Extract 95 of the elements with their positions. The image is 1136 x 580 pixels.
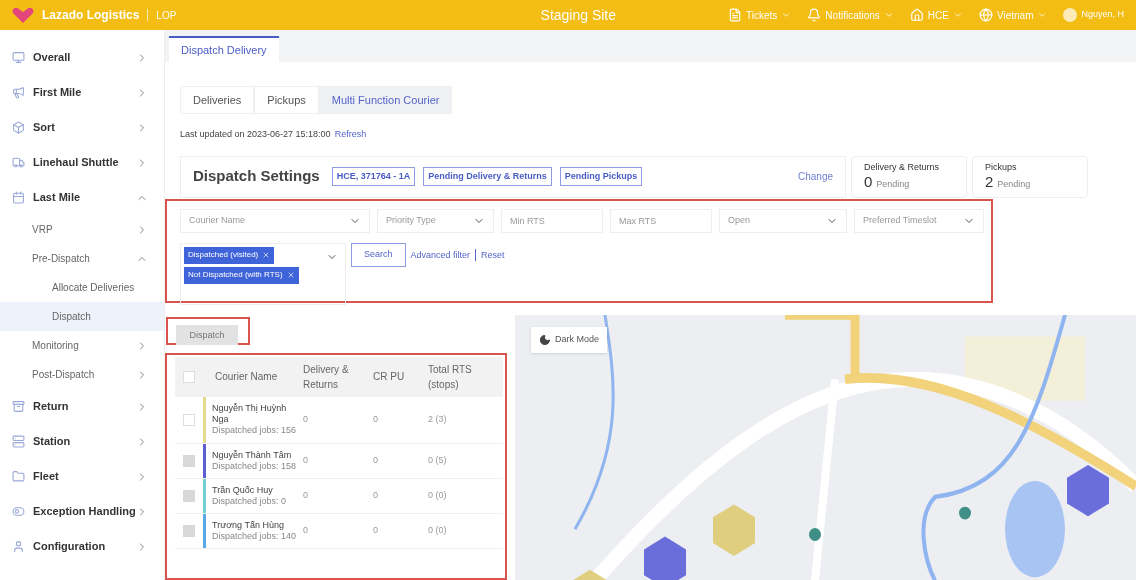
sidebar-item[interactable]: VRP <box>0 215 164 244</box>
sidebar-item[interactable]: First Mile <box>0 75 164 110</box>
avatar-icon <box>1063 8 1078 22</box>
setting-tag: Pending Delivery & Returns <box>423 166 552 187</box>
sidebar-item[interactable]: Last Mile <box>0 180 164 215</box>
sidebar-item[interactable]: Configuration <box>0 529 164 564</box>
summary-title: Pickups <box>985 160 1018 174</box>
caret-icon <box>1037 10 1048 20</box>
advanced-filter-link[interactable]: Advanced filter <box>410 248 471 262</box>
bell-icon <box>807 8 822 22</box>
table-cell-text: 0 (0) <box>428 488 448 502</box>
calendar-icon <box>12 191 25 204</box>
monitor-icon <box>12 51 25 64</box>
column-header: Delivery & Returns <box>303 362 350 392</box>
last-updated-text: Last updated on 2023-06-27 15:18:00 <box>180 128 331 141</box>
table-cell-text: 2 (3) <box>428 412 448 426</box>
sub-tab[interactable]: Deliveries <box>180 86 255 114</box>
status-select[interactable]: Dispatched (visited) Not Dispatched (with RTS) <box>180 242 346 305</box>
summary-count: 2 <box>985 174 994 189</box>
checkbox[interactable] <box>183 413 195 426</box>
sub-tab[interactable]: Multi Function Courier <box>318 86 453 114</box>
sidebar-item[interactable]: Pre-Dispatch <box>0 244 164 273</box>
dispatched-jobs: Dispatched jobs: 158 <box>212 460 298 472</box>
filter-input[interactable]: Max RTS <box>610 208 712 233</box>
sidebar-item[interactable]: Return <box>0 389 164 424</box>
table-cell-text: 0 <box>303 488 309 502</box>
product-name: LOP <box>156 8 177 23</box>
courier-name: Nguyễn Thị Huỳnh Nga <box>212 403 288 425</box>
sidebar-item[interactable]: Monitoring <box>0 331 164 360</box>
column-header: CR PU <box>373 370 406 384</box>
change-link[interactable]: Change <box>797 169 833 184</box>
summary-count: 0 <box>864 174 873 189</box>
moon-icon <box>539 333 551 346</box>
sidebar-item[interactable]: Dispatch <box>0 302 164 331</box>
dispatched-jobs: Dispatched jobs: 156 <box>212 425 298 436</box>
box-icon <box>12 121 25 134</box>
archive-icon <box>12 400 25 413</box>
summary-title: Delivery & Returns <box>864 160 941 174</box>
summary-status: Pending <box>997 178 1031 191</box>
reset-link[interactable]: Reset <box>481 248 505 262</box>
table-cell-text: 0 <box>373 523 379 537</box>
summary-status: Pending <box>876 178 910 191</box>
folder-icon <box>12 470 25 483</box>
status-chip[interactable]: Not Dispatched (with RTS) <box>184 266 299 284</box>
toggle-icon <box>12 505 25 518</box>
site-title: Staging Site <box>540 5 617 25</box>
column-header: Courier Name <box>214 370 279 384</box>
dispatched-jobs: Dispatched jobs: 0 <box>212 495 288 507</box>
dispatched-jobs: Dispatched jobs: 140 <box>212 530 298 542</box>
sidebar-item[interactable]: Linehaul Shuttle <box>0 145 164 180</box>
courier-name: Trần Quốc Huy <box>212 484 274 496</box>
table-cell-text: 0 (5) <box>428 453 448 467</box>
checkbox[interactable] <box>183 370 195 383</box>
filter-input[interactable]: Min RTS <box>501 208 603 233</box>
sidebar-item[interactable]: Fleet <box>0 459 164 494</box>
sub-tab[interactable]: Pickups <box>254 86 319 114</box>
courier-name: Nguyễn Thành Tâm <box>212 449 293 461</box>
sidebar-item[interactable]: Sort <box>0 110 164 145</box>
remove-icon <box>286 271 295 279</box>
user-icon <box>12 540 25 553</box>
caret-icon <box>883 10 894 20</box>
table-cell-text: 0 <box>303 453 309 467</box>
search-button[interactable]: Search <box>351 242 406 267</box>
home-icon <box>909 8 924 22</box>
caret-icon <box>952 10 963 20</box>
courier-name: Trương Tấn Hùng <box>212 519 285 531</box>
dispatch-settings-title: Dispatch Settings <box>193 166 320 187</box>
table-cell-text: 0 <box>303 412 309 426</box>
logo-icon <box>12 7 34 23</box>
table-cell-text: 0 <box>303 523 309 537</box>
table-cell-text: 0 <box>373 488 379 502</box>
server-icon <box>12 435 25 448</box>
setting-tag: Pending Pickups <box>559 166 643 187</box>
globe-icon <box>978 8 993 22</box>
remove-icon <box>262 251 271 259</box>
dispatch-button: Dispatch <box>176 325 238 346</box>
refresh-link[interactable]: Refresh <box>334 128 367 142</box>
megaphone-icon <box>12 86 25 99</box>
table-cell-text: 0 <box>373 412 379 426</box>
sidebar-item[interactable]: Post-Dispatch <box>0 360 164 389</box>
document-icon <box>728 8 743 22</box>
sidebar-item[interactable]: Exception Handling <box>0 494 164 529</box>
sidebar-item[interactable]: Station <box>0 424 164 459</box>
dark-mode-button[interactable]: Dark Mode <box>531 326 607 353</box>
sidebar-item[interactable]: Overall <box>0 40 164 75</box>
caret-icon <box>781 10 792 20</box>
setting-tag: HCE, 371764 - 1A <box>331 166 416 187</box>
table-cell-text: 0 <box>373 453 379 467</box>
brand-name: Lazado Logistics <box>42 7 140 24</box>
table-cell-text: 0 (0) <box>428 523 448 537</box>
page-tab[interactable]: Dispatch Delivery <box>169 36 279 62</box>
status-chip[interactable]: Dispatched (visited) <box>184 246 275 264</box>
truck-icon <box>12 156 25 169</box>
sidebar-item[interactable]: Allocate Deliveries <box>0 273 164 302</box>
column-header: Total RTS (stops) <box>428 362 473 392</box>
